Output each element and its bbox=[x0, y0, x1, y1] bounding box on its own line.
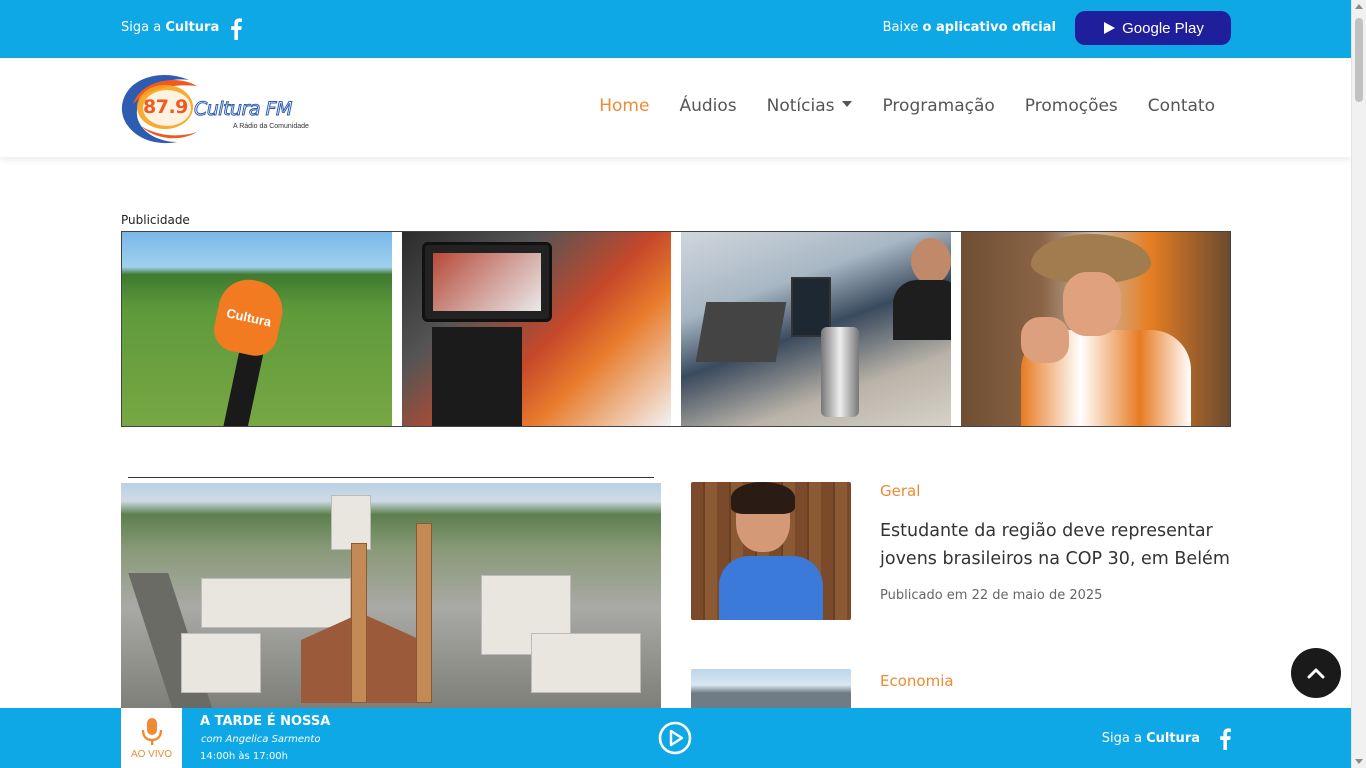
ad-label: Publicidade bbox=[121, 213, 190, 227]
divider bbox=[128, 477, 654, 478]
mic-logo-text: Cultura bbox=[210, 274, 288, 360]
logo-frequency: 87.9 bbox=[143, 96, 188, 118]
scrollbar-thumb[interactable] bbox=[1355, 18, 1363, 102]
facebook-icon[interactable] bbox=[1217, 728, 1233, 750]
google-play-button[interactable]: Google Play bbox=[1075, 11, 1231, 45]
download-app-text: Baixe o aplicativo oficial bbox=[882, 20, 1056, 35]
news-item[interactable]: Geral Estudante da região deve represent… bbox=[691, 482, 1231, 620]
site-logo[interactable]: 87.9 Cultura FM A Rádio da Comunidade bbox=[121, 70, 311, 146]
nav-home[interactable]: Home bbox=[599, 96, 649, 116]
ad-banner[interactable]: Cultura bbox=[121, 231, 1231, 427]
show-host: com Angelica Sarmento bbox=[201, 734, 321, 745]
live-label: AO VIVO bbox=[130, 748, 173, 760]
nav-contato[interactable]: Contato bbox=[1148, 96, 1215, 116]
live-indicator: AO VIVO bbox=[121, 708, 182, 768]
nav-programacao[interactable]: Programação bbox=[882, 96, 994, 116]
main-nav: Home Áudios Notícias Programação Promoçõ… bbox=[599, 96, 1215, 116]
follow-text: Siga a Cultura bbox=[121, 20, 220, 35]
news-item[interactable]: Economia bbox=[691, 669, 1231, 709]
top-bar: Siga a Cultura Baixe o aplicativo oficia… bbox=[0, 0, 1351, 58]
facebook-icon[interactable] bbox=[228, 18, 244, 40]
chevron-up-icon bbox=[1307, 668, 1325, 679]
nav-noticias[interactable]: Notícias bbox=[767, 96, 853, 116]
logo-name: Cultura FM bbox=[194, 98, 293, 121]
site-header: 87.9 Cultura FM A Rádio da Comunidade Ho… bbox=[0, 58, 1351, 157]
scrollbar[interactable] bbox=[1351, 0, 1366, 768]
ad-photo-microphone: Cultura bbox=[122, 232, 392, 426]
news-headline[interactable]: Estudante da região deve representar jov… bbox=[880, 517, 1230, 573]
news-category[interactable]: Economia bbox=[880, 672, 954, 690]
news-thumbnail[interactable] bbox=[691, 482, 851, 620]
ad-photo-camera bbox=[401, 232, 671, 426]
featured-news-image[interactable] bbox=[121, 483, 661, 708]
play-store-icon bbox=[1104, 22, 1116, 34]
follow-text: Siga a Cultura bbox=[1101, 731, 1200, 746]
logo-tagline: A Rádio da Comunidade bbox=[233, 123, 309, 130]
show-title: A TARDE É NOSSA bbox=[200, 714, 331, 729]
scroll-down-arrow-icon[interactable] bbox=[1355, 759, 1363, 764]
play-button[interactable] bbox=[658, 721, 692, 755]
ad-photo-studio bbox=[681, 232, 951, 426]
back-to-top-button[interactable] bbox=[1291, 648, 1341, 698]
nav-promocoes[interactable]: Promoções bbox=[1025, 96, 1118, 116]
chevron-down-icon bbox=[842, 101, 853, 107]
nav-audios[interactable]: Áudios bbox=[679, 96, 736, 116]
ad-photo-man-hat bbox=[960, 232, 1230, 426]
scroll-up-arrow-icon[interactable] bbox=[1355, 4, 1363, 9]
microphone-icon bbox=[141, 717, 162, 745]
news-thumbnail[interactable] bbox=[691, 669, 851, 709]
show-time: 14:00h às 17:00h bbox=[200, 751, 289, 762]
news-category[interactable]: Geral bbox=[880, 482, 920, 500]
news-date: Publicado em 22 de maio de 2025 bbox=[880, 588, 1103, 603]
live-player-bar: AO VIVO A TARDE É NOSSA com Angelica Sar… bbox=[0, 708, 1351, 768]
